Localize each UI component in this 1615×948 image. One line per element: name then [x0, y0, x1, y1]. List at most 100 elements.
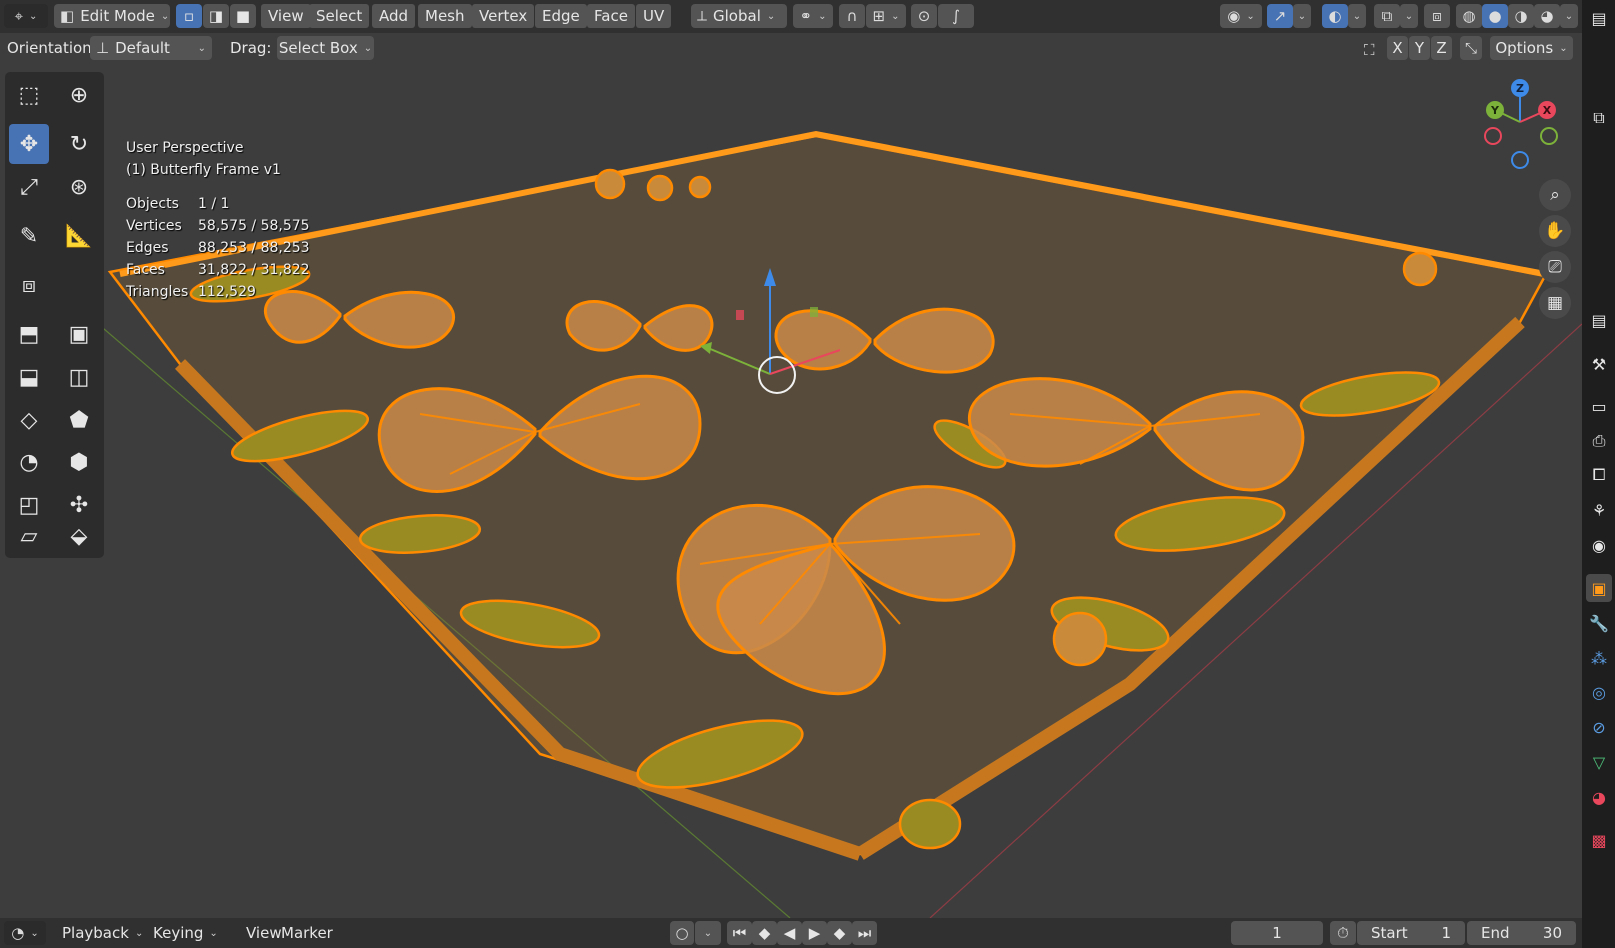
- tab-view-layer[interactable]: ⧠: [1586, 461, 1612, 489]
- menu-face[interactable]: Face: [587, 4, 635, 28]
- pencil-icon: ✎: [19, 223, 39, 249]
- snap-target-dropdown[interactable]: ⊞ ⌄: [866, 4, 906, 28]
- sidebar-toggle[interactable]: ⧉: [1586, 104, 1612, 132]
- poly-build-tool[interactable]: ⬟: [59, 400, 99, 440]
- mirror-x-toggle[interactable]: X: [1387, 36, 1408, 60]
- view-name: User Perspective: [126, 140, 244, 156]
- overlays-toggle[interactable]: ◐: [1322, 4, 1348, 28]
- menu-vertex[interactable]: Vertex: [472, 4, 535, 28]
- play-button[interactable]: ▶: [802, 921, 827, 945]
- menu-uv[interactable]: UV: [636, 4, 672, 28]
- loop-cut-tool[interactable]: ◫: [59, 357, 99, 397]
- mirror-y-toggle[interactable]: Y: [1409, 36, 1430, 60]
- shear-tool[interactable]: ▱: [9, 516, 49, 556]
- vertex-select-button[interactable]: ▫: [176, 4, 202, 28]
- pan-button[interactable]: ✋: [1539, 215, 1571, 247]
- menu-keying[interactable]: Keying ⌄: [145, 921, 226, 945]
- pivot-point-dropdown[interactable]: ⚭ ⌄: [793, 4, 833, 28]
- gizmo-dropdown[interactable]: ⌄: [1293, 4, 1311, 28]
- bevel-tool[interactable]: ⬓: [9, 357, 49, 397]
- menu-select[interactable]: Select: [309, 4, 370, 28]
- tab-render[interactable]: ▭: [1586, 392, 1612, 420]
- menu-add[interactable]: Add: [372, 4, 416, 28]
- tab-data[interactable]: ▽: [1586, 748, 1612, 776]
- knife-tool[interactable]: ◇: [9, 400, 49, 440]
- spin-tool[interactable]: ◔: [9, 442, 49, 482]
- tab-scene[interactable]: ⚘: [1586, 496, 1612, 524]
- zoom-button[interactable]: ⌕: [1539, 179, 1571, 211]
- prev-keyframe-button[interactable]: ◆: [752, 921, 777, 945]
- mesh-edit-overlays-toggle[interactable]: ⧉: [1374, 4, 1400, 28]
- mode-dropdown[interactable]: ◧ Edit Mode ⌄: [54, 4, 170, 28]
- menu-edge[interactable]: Edge: [535, 4, 587, 28]
- navigation-gizmo[interactable]: Z Y X: [1475, 74, 1565, 174]
- proportional-edit-toggle[interactable]: ⊙: [911, 4, 937, 28]
- timeline-editor-type-button[interactable]: ◔ ⌄: [4, 921, 46, 945]
- tab-scene-editor[interactable]: ▤: [1586, 306, 1612, 334]
- select-box-tool[interactable]: ⬚: [9, 75, 49, 115]
- auto-keying-toggle[interactable]: ○: [670, 921, 694, 945]
- edge-select-button[interactable]: ◨: [203, 4, 229, 28]
- shading-material-button[interactable]: ◑: [1508, 4, 1534, 28]
- visibility-dropdown[interactable]: ◉ ⌄: [1220, 4, 1262, 28]
- inset-tool[interactable]: ▣: [59, 314, 99, 354]
- tab-world[interactable]: ◉: [1586, 531, 1612, 559]
- mesh-edit-overlays-dropdown[interactable]: ⌄: [1400, 4, 1418, 28]
- extrude-tool[interactable]: ⬒: [9, 314, 49, 354]
- shading-wireframe-button[interactable]: ◍: [1456, 4, 1482, 28]
- tab-texture[interactable]: ▩: [1586, 826, 1612, 854]
- snap-toggle[interactable]: ∩: [839, 4, 865, 28]
- tab-modifiers[interactable]: 🔧: [1586, 609, 1612, 637]
- keying-set-dropdown[interactable]: ⌄: [695, 921, 721, 945]
- select-box-icon: ⬚: [18, 82, 40, 108]
- end-frame-field[interactable]: End 30: [1467, 921, 1576, 945]
- rotate-tool[interactable]: ↻: [59, 124, 99, 164]
- perspective-toggle-button[interactable]: ▦: [1539, 287, 1571, 319]
- transform-orientation-dropdown[interactable]: ⟂ Global ⌄: [691, 4, 787, 28]
- measure-tool[interactable]: 📐: [59, 216, 99, 256]
- face-select-button[interactable]: ■: [230, 4, 256, 28]
- tab-material[interactable]: ◕: [1586, 783, 1612, 811]
- shading-rendered-button[interactable]: ◕: [1534, 4, 1560, 28]
- gizmo-toggle[interactable]: ↗: [1267, 4, 1293, 28]
- smooth-tool[interactable]: ⬢: [59, 442, 99, 482]
- move-tool[interactable]: ✥: [9, 124, 49, 164]
- play-reverse-button[interactable]: ◀: [777, 921, 802, 945]
- preview-range-toggle[interactable]: ⏱: [1330, 921, 1356, 945]
- tab-particles[interactable]: ⁂: [1586, 644, 1612, 672]
- xray-toggle[interactable]: ⧈: [1424, 4, 1450, 28]
- current-frame-field[interactable]: 1: [1231, 921, 1323, 945]
- overlays-dropdown[interactable]: ⌄: [1348, 4, 1366, 28]
- tab-object[interactable]: ▣: [1586, 574, 1612, 602]
- jump-end-button[interactable]: ⏭: [852, 921, 877, 945]
- jump-start-button[interactable]: ⏮: [727, 921, 752, 945]
- tab-constraints[interactable]: ⊘: [1586, 713, 1612, 741]
- cursor-tool[interactable]: ⊕: [59, 75, 99, 115]
- shading-solid-button[interactable]: ●: [1482, 4, 1508, 28]
- tab-tool[interactable]: ⚒: [1586, 350, 1612, 378]
- tab-output[interactable]: ⎙: [1586, 427, 1612, 455]
- next-keyframe-button[interactable]: ◆: [827, 921, 852, 945]
- editor-type-button[interactable]: ⌖ ⌄: [4, 4, 48, 28]
- add-cube-tool[interactable]: ⧈: [9, 265, 49, 305]
- 3d-viewport[interactable]: ⬚ ⊕ ✥ ↻ ⤢ ⊛ ✎ 📐 ⧈ ⬒ ▣ ⬓ ◫ ◇ ⬟ ◔ ⬢ ◰ ✣ ▱ …: [0, 64, 1582, 918]
- menu-marker[interactable]: Marker: [273, 921, 341, 945]
- menu-playback[interactable]: Playback ⌄: [54, 921, 151, 945]
- menu-view[interactable]: View: [261, 4, 311, 28]
- mirror-z-toggle[interactable]: Z: [1431, 36, 1452, 60]
- tab-physics[interactable]: ◎: [1586, 678, 1612, 706]
- orientation-dropdown[interactable]: ⊥ Default ⌄: [90, 36, 212, 60]
- transform-tool[interactable]: ⊛: [59, 167, 99, 207]
- camera-view-button[interactable]: ⎚: [1539, 251, 1571, 283]
- options-dropdown[interactable]: Options ⌄: [1490, 36, 1573, 60]
- shading-dropdown[interactable]: ⌄: [1560, 4, 1578, 28]
- start-frame-field[interactable]: Start 1: [1357, 921, 1465, 945]
- properties-editor-button[interactable]: ▤: [1586, 4, 1612, 32]
- rip-tool[interactable]: ⬙: [59, 516, 99, 556]
- auto-merge-toggle[interactable]: ⤡: [1460, 36, 1482, 60]
- menu-mesh[interactable]: Mesh: [418, 4, 472, 28]
- falloff-dropdown[interactable]: ∫: [938, 4, 974, 28]
- annotate-tool[interactable]: ✎: [9, 216, 49, 256]
- drag-dropdown[interactable]: Select Box ⌄: [277, 36, 374, 60]
- scale-tool[interactable]: ⤢: [9, 167, 49, 207]
